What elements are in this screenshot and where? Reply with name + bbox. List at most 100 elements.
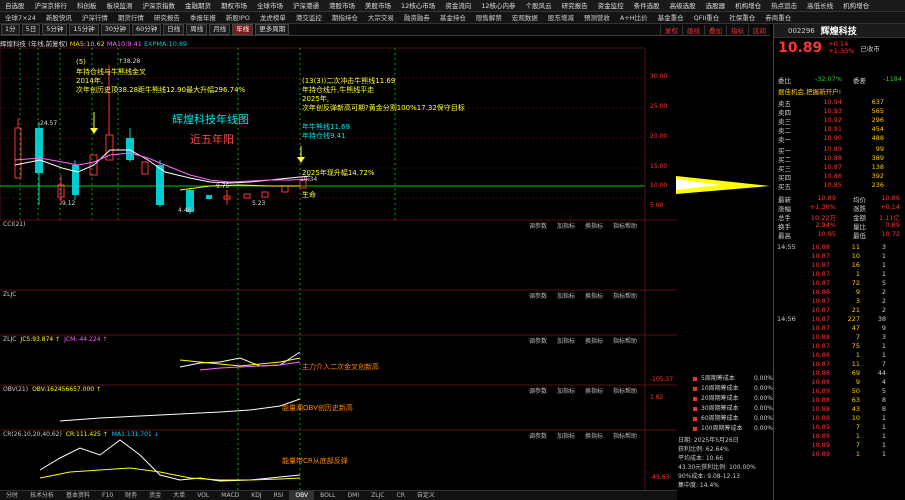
- menu-item[interactable]: 机构增仓: [730, 0, 766, 11]
- toolbar-action[interactable]: 区间: [748, 24, 770, 35]
- stat-value: 10.86: [881, 194, 900, 202]
- menu-item[interactable]: 热点追击: [766, 0, 802, 11]
- chart-subtitle: 近五年阳: [190, 133, 234, 146]
- bottom-tab-bar: 分时 技术分析 基本资料 F10 财务 资金 大单 VOL MACD KDJ RSI OBV BOLL D…: [0, 490, 677, 500]
- bottom-tab[interactable]: ZLJC: [365, 491, 390, 500]
- bottom-tab[interactable]: 财务: [119, 491, 143, 500]
- menu-item[interactable]: 券商重仓: [760, 12, 796, 23]
- bottom-tab[interactable]: 资金: [143, 491, 167, 500]
- panel-tool-switch[interactable]: 换指标: [585, 386, 603, 395]
- panel-tool-switch[interactable]: 换指标: [585, 221, 603, 230]
- bid-row[interactable]: 买二 10.88 389: [774, 154, 905, 164]
- panel-tool-add[interactable]: 加指标: [557, 386, 575, 395]
- bottom-tab[interactable]: 自定义: [411, 491, 441, 500]
- panel-tool-help[interactable]: 指标帮助: [613, 221, 637, 230]
- bid-row[interactable]: 买一 10.89 99: [774, 145, 905, 155]
- bottom-tab[interactable]: 分时: [0, 491, 24, 500]
- panel-label: ZLJC: [3, 291, 17, 298]
- tick-volume: 9: [855, 288, 860, 296]
- legend-pct: 0.00%: [753, 405, 773, 412]
- panel-tool-switch[interactable]: 换指标: [585, 336, 603, 345]
- bottom-tab[interactable]: 技术分析: [24, 491, 60, 500]
- panel-tool-adjust[interactable]: 调参数: [529, 221, 547, 230]
- ask-row[interactable]: 卖一 10.90 488: [774, 134, 905, 144]
- ask-row[interactable]: 卖五 10.94 637: [774, 98, 905, 108]
- tick-time: [774, 369, 800, 378]
- tick-count: 1: [881, 423, 886, 431]
- tick-volume: 11: [851, 360, 860, 368]
- stat-label: 最高: [778, 232, 791, 240]
- toolbar-action[interactable]: 指标: [726, 24, 748, 35]
- tick-row: 10.88 43 8: [774, 405, 905, 414]
- bottom-tab[interactable]: KDJ: [245, 491, 267, 500]
- panel-tool-adjust[interactable]: 调参数: [529, 431, 547, 440]
- tick-volume: 3: [855, 297, 860, 305]
- tick-price: 10.87: [811, 279, 830, 287]
- bottom-tab[interactable]: OBV: [289, 491, 315, 500]
- panel-tool-help[interactable]: 指标帮助: [613, 291, 637, 300]
- tick-time: [774, 279, 800, 288]
- panel-tool-help[interactable]: 指标帮助: [613, 431, 637, 440]
- stock-header: 002296 辉煌科技: [774, 24, 905, 38]
- menu-item[interactable]: QFII重仓: [689, 12, 725, 23]
- legend-item: 100周期筹成本 0.00%: [693, 424, 773, 434]
- bid-row[interactable]: 买四 10.86 392: [774, 172, 905, 182]
- menu-item[interactable]: 社保重仓: [724, 12, 760, 23]
- panel-tool-help[interactable]: 指标帮助: [613, 336, 637, 345]
- bid-row[interactable]: 买三 10.87 138: [774, 163, 905, 173]
- bottom-tab[interactable]: 大单: [167, 491, 191, 500]
- bottom-tab[interactable]: VOL: [191, 491, 215, 500]
- ask-row[interactable]: 卖三 10.92 296: [774, 116, 905, 126]
- change-pct: +1.30%: [828, 47, 855, 55]
- stat-value: 10.22万: [810, 214, 836, 222]
- stat-value: 10.95: [817, 230, 836, 238]
- bottom-tab[interactable]: MACD: [215, 491, 245, 500]
- candle-down: [206, 195, 212, 199]
- panel-tool-add[interactable]: 加指标: [557, 221, 575, 230]
- panel-tool-add[interactable]: 加指标: [557, 291, 575, 300]
- cr-line-yellow: [39, 467, 301, 481]
- obv-line: [59, 398, 301, 422]
- legend-item: 30周期筹成本 0.00%: [693, 404, 773, 414]
- stock-code: 002296: [788, 26, 815, 35]
- bottom-tab[interactable]: RSI: [268, 491, 290, 500]
- panel-tool-help[interactable]: 指标帮助: [613, 386, 637, 395]
- tick-volume: 7: [855, 441, 860, 449]
- ask-price: 10.90: [823, 134, 842, 142]
- toolbar-action[interactable]: 叠加: [704, 24, 726, 35]
- menu-item[interactable]: 选股器: [701, 0, 731, 11]
- tick-volume: 63: [851, 396, 860, 404]
- tick-count: 4: [881, 378, 886, 386]
- tick-volume: 1: [855, 432, 860, 440]
- ask-price: 10.91: [823, 125, 842, 133]
- ask-volume: 454: [871, 125, 884, 133]
- ask-row[interactable]: 卖二 10.91 454: [774, 125, 905, 135]
- bottom-tab[interactable]: BOLL: [314, 491, 341, 500]
- panel-tool-adjust[interactable]: 调参数: [529, 386, 547, 395]
- tick-row: 10.87 11 7: [774, 360, 905, 369]
- toolbar-action[interactable]: 画线: [682, 24, 704, 35]
- bid-volume: 392: [871, 172, 884, 180]
- tick-volume: 21: [851, 306, 860, 314]
- menu-item[interactable]: 高低长线: [802, 0, 838, 11]
- indicator-value: MA1:131.701 ↓: [111, 431, 159, 438]
- tick-price: 10.88: [811, 243, 830, 251]
- panel-tool-switch[interactable]: 换指标: [585, 291, 603, 300]
- bottom-tab[interactable]: 基本资料: [60, 491, 96, 500]
- bottom-tab[interactable]: CR: [391, 491, 411, 500]
- ask-row[interactable]: 卖四 10.93 565: [774, 107, 905, 117]
- tick-count: 3: [881, 243, 886, 251]
- ask-volume: 565: [871, 107, 884, 115]
- bid-row[interactable]: 买五 10.85 236: [774, 181, 905, 191]
- menu-item[interactable]: 机构增仓: [838, 0, 874, 11]
- panel-tool-adjust[interactable]: 调参数: [529, 291, 547, 300]
- panel-tool-switch[interactable]: 换指标: [585, 431, 603, 440]
- annotation: 主力介入二次金叉创新高: [302, 363, 379, 371]
- tick-volume: 10: [851, 414, 860, 422]
- panel-tool-add[interactable]: 加指标: [557, 431, 575, 440]
- bottom-tab[interactable]: DMI: [342, 491, 366, 500]
- promo-link[interactable]: 据佳机会,把握新开户!: [774, 86, 905, 96]
- panel-tool-adjust[interactable]: 调参数: [529, 336, 547, 345]
- panel-tool-add[interactable]: 加指标: [557, 336, 575, 345]
- bottom-tab[interactable]: F10: [96, 491, 119, 500]
